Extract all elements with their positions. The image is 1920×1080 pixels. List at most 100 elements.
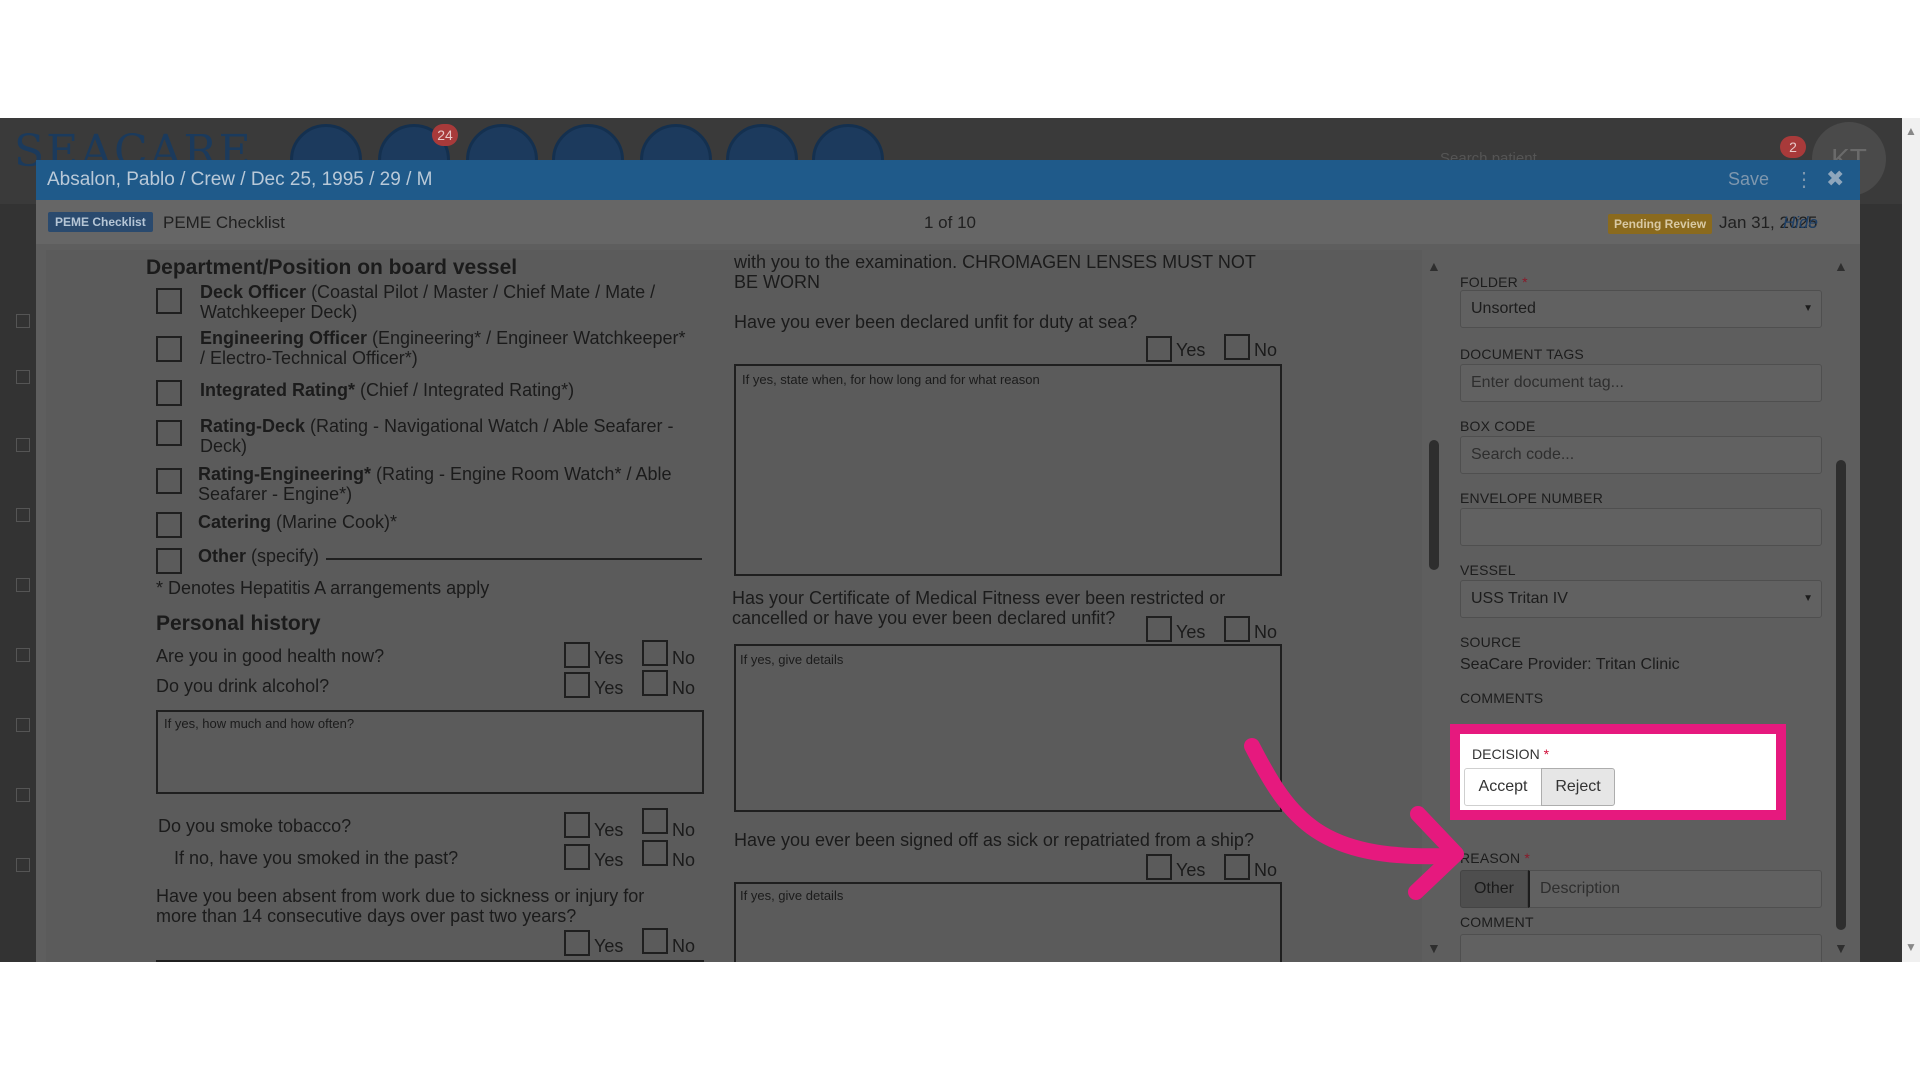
position-option: Catering (Marine Cook)* [198,512,398,532]
position-option-detail: Watchkeeper Deck) [200,302,358,322]
row-checkbox[interactable] [16,648,30,662]
reason-input-group: Other Description [1460,870,1822,908]
page-scrollbar[interactable]: ▲ ▼ [1902,118,1920,962]
yes-label: Yes [1176,340,1206,360]
close-icon[interactable]: ✖ [1826,166,1844,192]
comment-textarea[interactable] [1460,934,1822,962]
yes-checkbox[interactable] [1146,616,1172,642]
scroll-down-icon[interactable]: ▼ [1834,940,1848,956]
no-checkbox[interactable] [642,670,668,696]
viewer-scroll-thumb[interactable] [1429,440,1439,570]
position-option: Integrated Rating* (Chief / Integrated R… [200,380,575,400]
scroll-down-icon[interactable]: ▼ [1905,940,1917,954]
position-checkbox[interactable] [156,380,182,406]
position-checkbox[interactable] [156,468,182,494]
yes-checkbox[interactable] [564,642,590,668]
position-checkbox[interactable] [156,548,182,574]
yes-label: Yes [594,850,624,870]
row-checkbox[interactable] [16,788,30,802]
no-checkbox[interactable] [1224,854,1250,880]
hide-panel-link[interactable]: Hide [1783,213,1818,233]
position-option-detail: Deck) [200,436,248,456]
no-checkbox[interactable] [642,840,668,866]
yes-checkbox[interactable] [564,930,590,956]
metadata-panel: Folder * Unsorted ▼ Document Tags Enter d… [1452,250,1848,962]
department-heading: Department/Position on board vessel [146,256,518,279]
envelope-number-input[interactable] [1460,508,1822,546]
yes-label: Yes [594,648,624,668]
signed-off-details-label: If yes, give details [740,888,844,903]
question-tobacco: Do you smoke tobacco? [158,816,352,836]
position-checkbox[interactable] [156,420,182,446]
accept-button[interactable]: Accept [1464,768,1542,806]
row-checkbox[interactable] [16,438,30,452]
row-checkbox[interactable] [16,858,30,872]
unfit-details-box[interactable]: If yes, state when, for how long and for… [734,364,1282,576]
background-list-strip [0,204,36,962]
decision-highlight-box: Decision * Accept Reject [1450,724,1786,820]
yes-checkbox[interactable] [1146,854,1172,880]
folder-select[interactable]: Unsorted ▼ [1460,290,1822,328]
viewer-scrollbar[interactable]: ▲ ▼ [1424,250,1444,962]
row-checkbox[interactable] [16,370,30,384]
modal-header: Absalon, Pablo / Crew / Dec 25, 1995 / 2… [36,160,1860,200]
yes-checkbox[interactable] [564,844,590,870]
vessel-label: Vessel [1460,562,1516,578]
yes-label: Yes [594,936,624,956]
no-checkbox[interactable] [1224,616,1250,642]
position-option: Deck Officer (Coastal Pilot / Master / C… [200,282,656,302]
no-checkbox[interactable] [642,928,668,954]
reject-button[interactable]: Reject [1541,768,1615,806]
reason-other-button[interactable]: Other [1460,870,1528,908]
scroll-down-icon[interactable]: ▼ [1427,940,1441,956]
panel-scrollbar[interactable]: ▲ ▼ [1834,250,1848,962]
row-checkbox[interactable] [16,314,30,328]
notification-badge: 24 [432,124,458,146]
yes-checkbox[interactable] [564,672,590,698]
question-health: Are you in good health now? [156,646,385,666]
yes-checkbox[interactable] [1146,336,1172,362]
document-tags-input[interactable]: Enter document tag... [1460,364,1822,402]
document-viewer[interactable]: Department/Position on board vessel Deck… [46,250,1422,962]
hepatitis-note: * Denotes Hepatitis A arrangements apply [156,578,490,598]
scroll-up-icon[interactable]: ▲ [1905,124,1917,138]
certificate-details-box[interactable]: If yes, give details [734,644,1282,812]
scroll-up-icon[interactable]: ▲ [1834,258,1848,274]
scroll-up-icon[interactable]: ▲ [1427,258,1441,274]
decision-label: Decision * [1472,746,1550,762]
comment-label: Comment [1460,914,1534,930]
signed-off-details-box[interactable]: If yes, give details [734,882,1282,962]
row-checkbox[interactable] [16,718,30,732]
vessel-select[interactable]: USS Tritan IV ▼ [1460,580,1822,618]
alcohol-details-box[interactable]: If yes, how much and how often? [156,710,704,794]
specify-line [326,558,702,560]
document-type-label: PEME Checklist [163,213,285,232]
position-checkbox[interactable] [156,512,182,538]
no-label: No [672,850,696,870]
no-checkbox[interactable] [1224,334,1250,360]
no-label: No [1254,340,1278,360]
no-checkbox[interactable] [642,640,668,666]
more-options-icon[interactable]: ⋮ [1794,167,1814,192]
box-code-label: Box Code [1460,418,1536,434]
background-right-strip [1860,204,1902,962]
question-unfit: Have you ever been declared unfit for du… [734,312,1138,332]
save-button[interactable]: Save [1728,169,1769,190]
row-checkbox[interactable] [16,578,30,592]
row-checkbox[interactable] [16,508,30,522]
reason-description-input[interactable]: Description [1528,870,1822,908]
box-code-input[interactable]: Search code... [1460,436,1822,474]
alert-badge: 2 [1780,136,1806,158]
panel-scroll-thumb[interactable] [1836,460,1846,930]
position-checkbox[interactable] [156,288,182,314]
position-option: Other (specify) [198,546,320,566]
status-badge: Pending Review [1608,214,1713,234]
yes-checkbox[interactable] [564,812,590,838]
no-label: No [1254,860,1278,880]
no-label: No [1254,622,1278,642]
no-label: No [672,678,696,698]
no-checkbox[interactable] [642,808,668,834]
position-checkbox[interactable] [156,336,182,362]
document-review-modal: Absalon, Pablo / Crew / Dec 25, 1995 / 2… [36,160,1860,962]
question-absent: Have you been absent from work due to si… [156,886,645,906]
